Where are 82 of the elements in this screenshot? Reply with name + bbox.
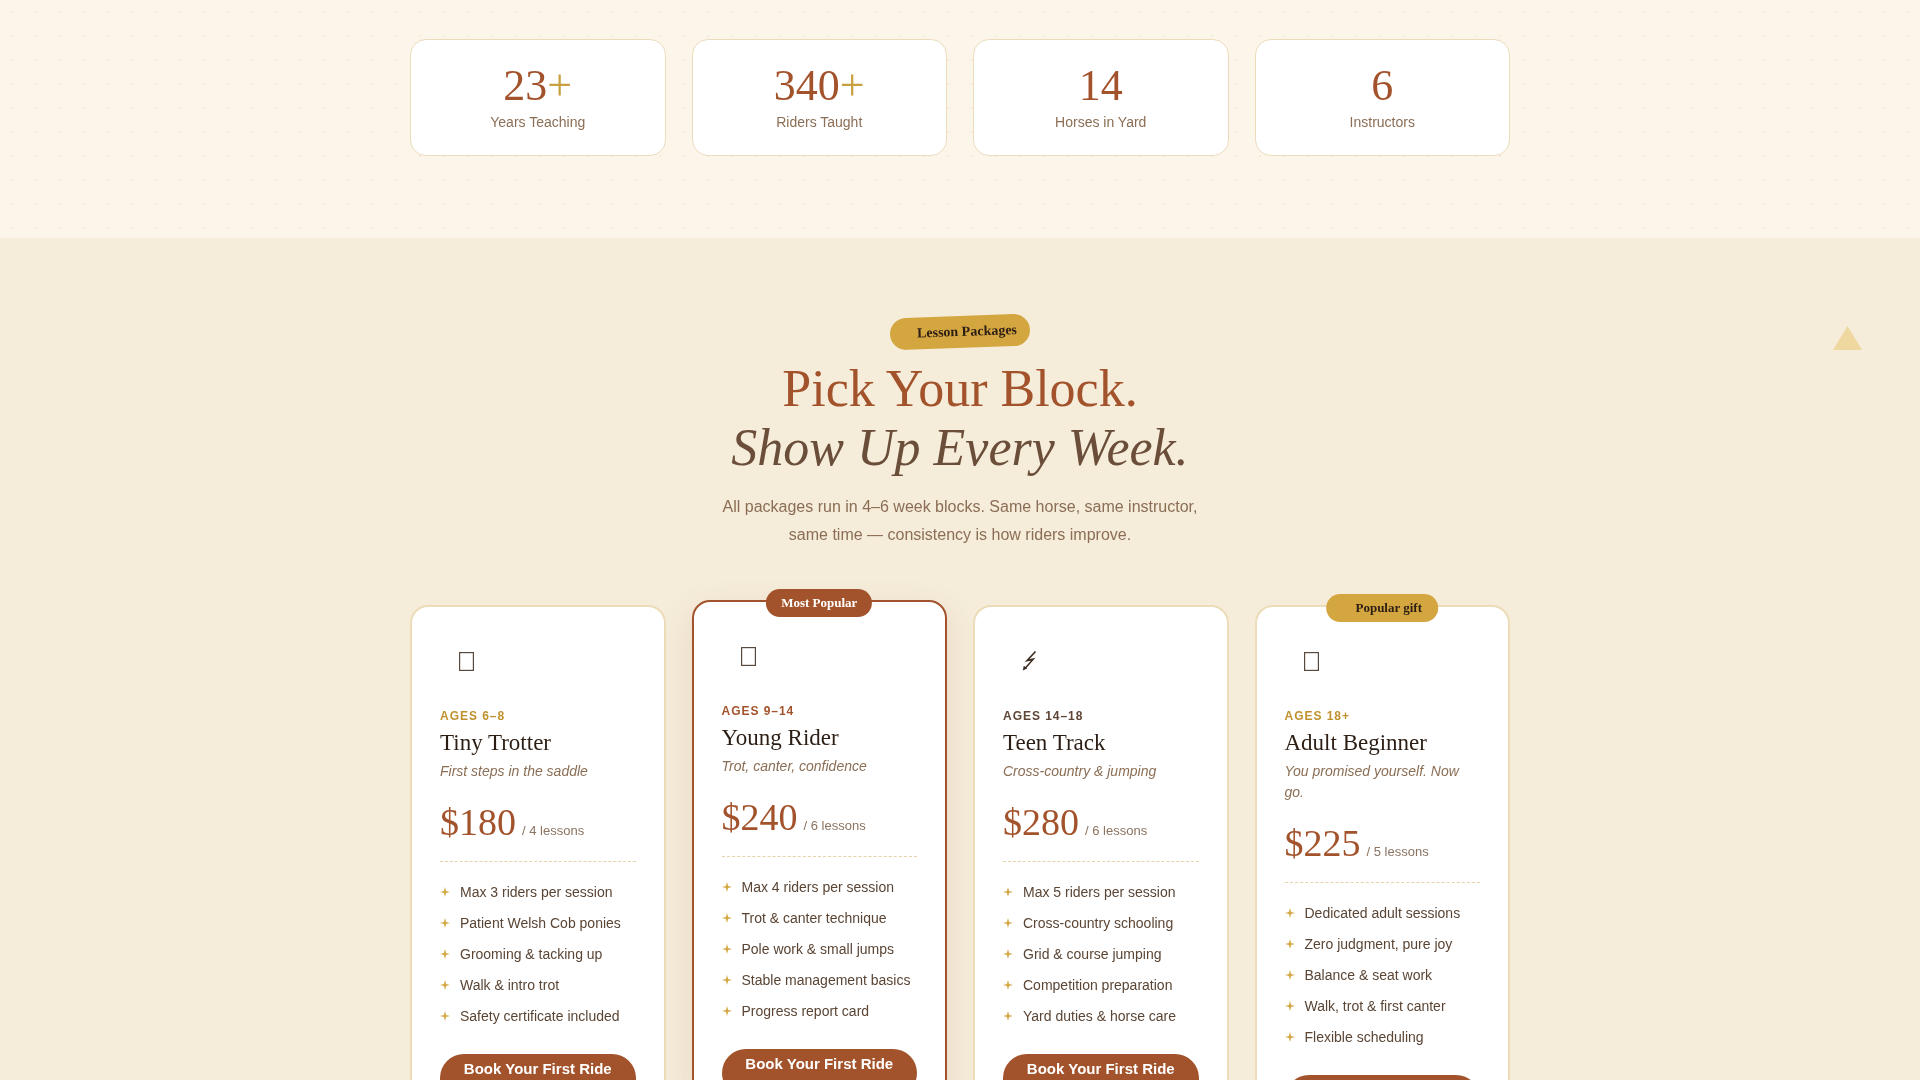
plan-name: Young Rider bbox=[721, 724, 840, 752]
feature-text: Zero judgment, pure joy bbox=[1304, 935, 1453, 954]
feature-text: Walk & intro trot bbox=[460, 976, 560, 995]
plan-badge: Popular gift bbox=[1326, 594, 1439, 622]
sparkle-icon bbox=[721, 882, 732, 892]
empty-rectangle-icon bbox=[740, 646, 756, 666]
sparkle-icon bbox=[721, 944, 732, 954]
feature-text: Cross-country schooling bbox=[1023, 914, 1174, 933]
empty-rectangle-icon bbox=[459, 651, 474, 671]
sparkle-icon bbox=[721, 975, 732, 985]
feature-text: Flexible scheduling bbox=[1304, 1028, 1424, 1047]
sparkle-icon bbox=[440, 918, 450, 928]
sparkle-icon bbox=[1284, 908, 1295, 918]
age-range-label: AGES 18+ bbox=[1284, 708, 1351, 724]
heading-line: Pick Your Block. bbox=[782, 359, 1138, 418]
sparkle-icon bbox=[721, 1006, 732, 1016]
plan-badge: Most Popular bbox=[766, 589, 873, 617]
plan-name: Adult Beginner bbox=[1284, 729, 1428, 757]
plan-tagline: First steps in the saddle bbox=[440, 762, 589, 781]
price-period: / 6 lessons bbox=[803, 818, 866, 833]
sparkle-icon bbox=[721, 913, 732, 923]
price-period: / 5 lessons bbox=[1366, 844, 1429, 859]
intro-paragraph: All packages run in 4–6 week blocks. Same horse, same instructor, same time — consistency is how riders improve. bbox=[721, 497, 1199, 545]
stat-label: Horses in Yard bbox=[1055, 113, 1147, 132]
sparkle-icon bbox=[1284, 1001, 1295, 1011]
sparkle-icon bbox=[1003, 887, 1013, 897]
feature-text: Max 5 riders per session bbox=[1023, 883, 1176, 902]
stat-label: Riders Taught bbox=[776, 113, 863, 132]
stat-label: Years Teaching bbox=[490, 113, 586, 132]
sparkle-icon bbox=[1003, 980, 1013, 990]
book-button[interactable]: Book Your First Ride bbox=[440, 1054, 636, 1080]
price-period: / 4 lessons bbox=[522, 823, 585, 838]
plan-price: $225 bbox=[1284, 822, 1361, 864]
feature-text: Max 3 riders per session bbox=[460, 883, 613, 902]
feature-text: Progress report card bbox=[741, 1002, 870, 1021]
empty-rectangle-icon bbox=[1303, 651, 1319, 671]
sparkle-icon bbox=[1284, 939, 1295, 949]
sparkle-icon bbox=[440, 887, 450, 897]
sparkle-icon bbox=[1003, 1011, 1013, 1021]
lightning-bolt-icon bbox=[1022, 651, 1037, 671]
triangle-icon bbox=[1833, 326, 1862, 350]
feature-text: Walk, trot & first canter bbox=[1304, 997, 1446, 1016]
feature-text: Competition preparation bbox=[1023, 976, 1173, 995]
price-period: / 6 lessons bbox=[1085, 823, 1148, 838]
age-range-label: AGES 6–8 bbox=[440, 708, 507, 724]
plan-name: Teen Track bbox=[1003, 729, 1107, 757]
plan-tagline: You promised yourself. Now go. bbox=[1284, 762, 1461, 802]
feature-text: Balance & seat work bbox=[1304, 966, 1433, 985]
age-range-label: AGES 9–14 bbox=[721, 703, 796, 719]
sparkle-icon bbox=[1284, 970, 1295, 980]
heading-emphasis: Show Up Every Week. bbox=[731, 418, 1189, 477]
book-button[interactable]: Book Your First Ride bbox=[721, 1049, 917, 1080]
age-range-label: AGES 14–18 bbox=[1003, 708, 1085, 724]
plan-name: Tiny Trotter bbox=[440, 729, 552, 757]
section-badge: Lesson Packages bbox=[889, 313, 1031, 351]
stat-value: 23+ bbox=[503, 64, 573, 108]
feature-text: Max 4 riders per session bbox=[741, 878, 894, 897]
sparkle-icon bbox=[1003, 918, 1013, 928]
plan-price: $240 bbox=[721, 796, 798, 838]
book-button[interactable]: Book Your First Ride bbox=[1003, 1054, 1199, 1080]
feature-text: Safety certificate included bbox=[460, 1007, 620, 1026]
feature-text: Trot & canter technique bbox=[741, 909, 887, 928]
feature-text: Grooming & tacking up bbox=[460, 945, 603, 964]
plan-tagline: Trot, canter, confidence bbox=[721, 757, 868, 776]
sparkle-icon bbox=[440, 1011, 450, 1021]
sparkle-icon bbox=[1003, 949, 1013, 959]
stat-value: 14 bbox=[1078, 64, 1123, 108]
plan-price: $280 bbox=[1003, 801, 1079, 843]
stat-value: 6 bbox=[1371, 64, 1394, 108]
feature-text: Pole work & small jumps bbox=[741, 940, 894, 959]
feature-text: Stable management basics bbox=[741, 971, 911, 990]
stat-label: Instructors bbox=[1349, 113, 1415, 132]
plan-price: $180 bbox=[440, 801, 516, 843]
stat-value: 340+ bbox=[773, 64, 865, 108]
feature-text: Dedicated adult sessions bbox=[1304, 904, 1461, 923]
sparkle-icon bbox=[1284, 1032, 1295, 1042]
plan-tagline: Cross-country & jumping bbox=[1003, 762, 1158, 781]
sparkle-icon bbox=[440, 949, 450, 959]
feature-text: Patient Welsh Cob ponies bbox=[460, 914, 621, 933]
sparkle-icon bbox=[440, 980, 450, 990]
feature-text: Grid & course jumping bbox=[1023, 945, 1162, 964]
feature-text: Yard duties & horse care bbox=[1023, 1007, 1177, 1026]
